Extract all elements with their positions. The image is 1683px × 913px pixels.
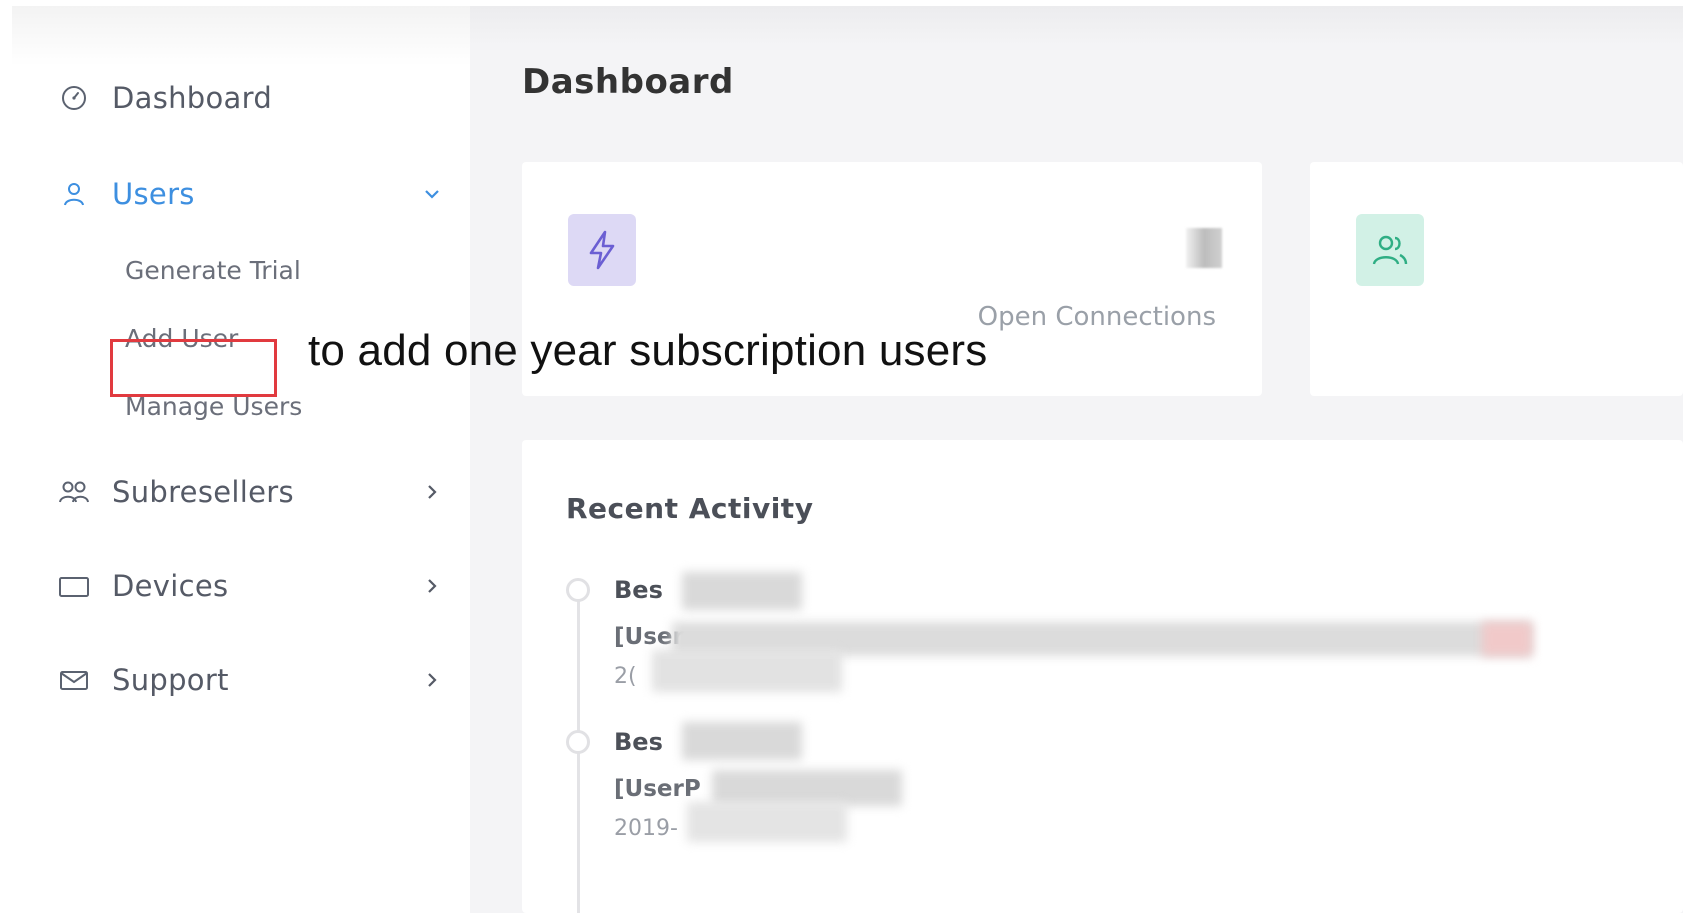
sidebar-item-devices[interactable]: Devices	[58, 564, 448, 608]
bolt-icon	[568, 214, 636, 286]
activity-entry-head: Bes	[614, 728, 663, 756]
chevron-right-icon[interactable]	[416, 664, 448, 696]
chevron-down-icon[interactable]	[416, 178, 448, 210]
timeline-dot	[566, 578, 590, 602]
sidebar-item-label: Devices	[112, 569, 229, 603]
recent-activity-title: Recent Activity	[566, 492, 814, 525]
redacted-block	[682, 572, 802, 610]
timeline-dot	[566, 730, 590, 754]
monitor-icon	[58, 570, 90, 602]
sidebar-item-label: Support	[112, 663, 229, 697]
sidebar-item-label: Subresellers	[112, 475, 294, 509]
sidebar-item-support[interactable]: Support	[58, 658, 448, 702]
activity-entry-head: Bes	[614, 576, 663, 604]
sidebar-subitem-generate-trial[interactable]: Generate Trial	[125, 256, 301, 285]
sidebar-item-label: Dashboard	[112, 81, 273, 115]
stat-label: Open Connections	[977, 302, 1216, 332]
gauge-icon	[58, 82, 90, 114]
activity-entry-date: 2(	[614, 664, 637, 689]
sidebar-item-subresellers[interactable]: Subresellers	[58, 470, 448, 514]
stat-card-users	[1310, 162, 1683, 396]
sidebar-item-label: Users	[112, 177, 195, 211]
users-icon	[58, 476, 90, 508]
user-icon	[58, 178, 90, 210]
stat-value-redacted	[1186, 228, 1222, 268]
recent-activity-card: Recent Activity Bes [User 2( Bes [UserP …	[522, 440, 1683, 913]
activity-entry-detail: [UserP	[614, 776, 701, 802]
activity-entry-date: 2019-	[614, 816, 678, 841]
redacted-block	[687, 802, 847, 842]
sidebar: Dashboard Users Generate Trial Add User …	[12, 6, 470, 913]
mail-icon	[58, 664, 90, 696]
highlight-box	[110, 339, 277, 397]
app-frame: Dashboard Users Generate Trial Add User …	[0, 0, 1683, 913]
chevron-right-icon[interactable]	[416, 476, 448, 508]
annotation-text: to add one year subscription users	[308, 326, 988, 375]
redacted-block	[652, 650, 842, 692]
page-title: Dashboard	[522, 62, 734, 102]
users-icon	[1356, 214, 1424, 286]
redacted-block	[1482, 622, 1532, 656]
main-content: Dashboard Open Connections Recent Activi…	[470, 6, 1683, 913]
sidebar-item-dashboard[interactable]: Dashboard	[58, 76, 448, 120]
redacted-block	[682, 722, 802, 760]
sidebar-item-users[interactable]: Users	[58, 172, 448, 216]
chevron-right-icon[interactable]	[416, 570, 448, 602]
redacted-block	[712, 770, 902, 806]
